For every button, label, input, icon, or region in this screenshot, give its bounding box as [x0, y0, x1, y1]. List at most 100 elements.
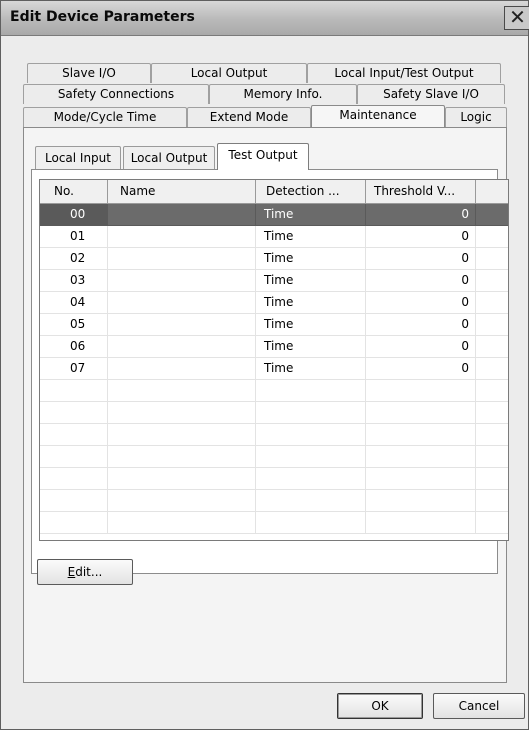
- subtab-test-output[interactable]: Test Output: [217, 143, 309, 170]
- cell-threshold: 0: [366, 204, 476, 226]
- tab-maintenance[interactable]: Maintenance: [311, 105, 445, 127]
- cell-name: [108, 314, 256, 336]
- column-header-threshold[interactable]: Threshold V...: [366, 180, 476, 204]
- close-icon[interactable]: ✕: [504, 6, 529, 30]
- cell-filler: [476, 248, 508, 270]
- cell-detection: [256, 446, 366, 468]
- column-header-filler: [476, 180, 508, 204]
- table-row[interactable]: 06 Time 0: [40, 336, 508, 358]
- cell-filler: [476, 424, 508, 446]
- cell-name: [108, 248, 256, 270]
- table-row[interactable]: 03 Time 0: [40, 270, 508, 292]
- cell-filler: [476, 292, 508, 314]
- cell-name: [108, 270, 256, 292]
- cell-name: [108, 490, 256, 512]
- cell-no: [40, 468, 108, 490]
- cell-no: [40, 424, 108, 446]
- table-row[interactable]: 07 Time 0: [40, 358, 508, 380]
- tab-slave-io[interactable]: Slave I/O: [27, 63, 151, 83]
- table-row-empty: [40, 424, 508, 446]
- cell-name: [108, 424, 256, 446]
- cell-threshold: 0: [366, 292, 476, 314]
- cell-name: [108, 446, 256, 468]
- cell-threshold: 0: [366, 270, 476, 292]
- title-bar[interactable]: Edit Device Parameters ✕: [1, 1, 529, 36]
- cell-filler: [476, 270, 508, 292]
- tab-local-output[interactable]: Local Output: [151, 63, 307, 83]
- cell-detection: Time: [256, 358, 366, 380]
- cell-detection: Time: [256, 292, 366, 314]
- column-header-detection[interactable]: Detection ...: [256, 180, 366, 204]
- table-row[interactable]: 00 Time 0: [40, 204, 508, 226]
- table-row[interactable]: 01 Time 0: [40, 226, 508, 248]
- tab-memory-info[interactable]: Memory Info.: [209, 84, 357, 104]
- cancel-button[interactable]: Cancel: [433, 693, 525, 719]
- table-row-empty: [40, 446, 508, 468]
- table-row-empty: [40, 512, 508, 534]
- cell-no: [40, 512, 108, 534]
- cell-detection: Time: [256, 314, 366, 336]
- cell-no: [40, 446, 108, 468]
- subtab-local-input[interactable]: Local Input: [35, 146, 121, 170]
- cell-threshold: 0: [366, 314, 476, 336]
- cell-threshold: [366, 402, 476, 424]
- cell-filler: [476, 468, 508, 490]
- cell-threshold: 0: [366, 358, 476, 380]
- edit-button-label: dit...: [75, 565, 103, 579]
- subtab-local-output[interactable]: Local Output: [123, 146, 215, 170]
- tab-local-input-test-output[interactable]: Local Input/Test Output: [307, 63, 501, 83]
- tab-extend-mode[interactable]: Extend Mode: [187, 107, 311, 127]
- tab-logic[interactable]: Logic: [445, 107, 507, 127]
- tab-safety-slave-io[interactable]: Safety Slave I/O: [357, 84, 505, 104]
- cell-no: 07: [40, 358, 108, 380]
- cell-filler: [476, 380, 508, 402]
- cell-threshold: 0: [366, 226, 476, 248]
- table-row-empty: [40, 468, 508, 490]
- cell-threshold: [366, 490, 476, 512]
- table-row[interactable]: 05 Time 0: [40, 314, 508, 336]
- cell-name: [108, 204, 256, 226]
- cell-no: 01: [40, 226, 108, 248]
- cell-detection: Time: [256, 248, 366, 270]
- cell-filler: [476, 446, 508, 468]
- column-header-no[interactable]: No.: [40, 180, 108, 204]
- cell-filler: [476, 512, 508, 534]
- cell-name: [108, 512, 256, 534]
- table-row-empty: [40, 380, 508, 402]
- cell-threshold: [366, 380, 476, 402]
- cell-no: 03: [40, 270, 108, 292]
- cell-detection: Time: [256, 226, 366, 248]
- cell-filler: [476, 358, 508, 380]
- cell-detection: [256, 424, 366, 446]
- cell-detection: Time: [256, 270, 366, 292]
- edit-button[interactable]: Edit...: [37, 559, 133, 585]
- cell-name: [108, 226, 256, 248]
- test-output-table[interactable]: No. Name Detection ... Threshold V... 00…: [39, 179, 509, 541]
- edit-device-parameters-dialog: Edit Device Parameters ✕ Slave I/O Local…: [0, 0, 529, 730]
- cell-no: 00: [40, 204, 108, 226]
- cell-filler: [476, 336, 508, 358]
- tab-safety-connections[interactable]: Safety Connections: [23, 84, 209, 104]
- cell-filler: [476, 204, 508, 226]
- cell-name: [108, 468, 256, 490]
- cell-filler: [476, 490, 508, 512]
- cell-name: [108, 380, 256, 402]
- cell-no: [40, 490, 108, 512]
- cell-name: [108, 402, 256, 424]
- table-row[interactable]: 02 Time 0: [40, 248, 508, 270]
- column-header-name[interactable]: Name: [108, 180, 256, 204]
- cell-no: 04: [40, 292, 108, 314]
- table-row[interactable]: 04 Time 0: [40, 292, 508, 314]
- cell-threshold: 0: [366, 336, 476, 358]
- window-title: Edit Device Parameters: [10, 9, 195, 25]
- cell-no: [40, 402, 108, 424]
- cell-detection: [256, 468, 366, 490]
- cell-threshold: 0: [366, 248, 476, 270]
- table-row-empty: [40, 402, 508, 424]
- cell-no: 05: [40, 314, 108, 336]
- ok-button[interactable]: OK: [337, 693, 423, 719]
- cell-filler: [476, 402, 508, 424]
- cell-threshold: [366, 512, 476, 534]
- tab-mode-cycle-time[interactable]: Mode/Cycle Time: [23, 107, 187, 127]
- cell-detection: [256, 402, 366, 424]
